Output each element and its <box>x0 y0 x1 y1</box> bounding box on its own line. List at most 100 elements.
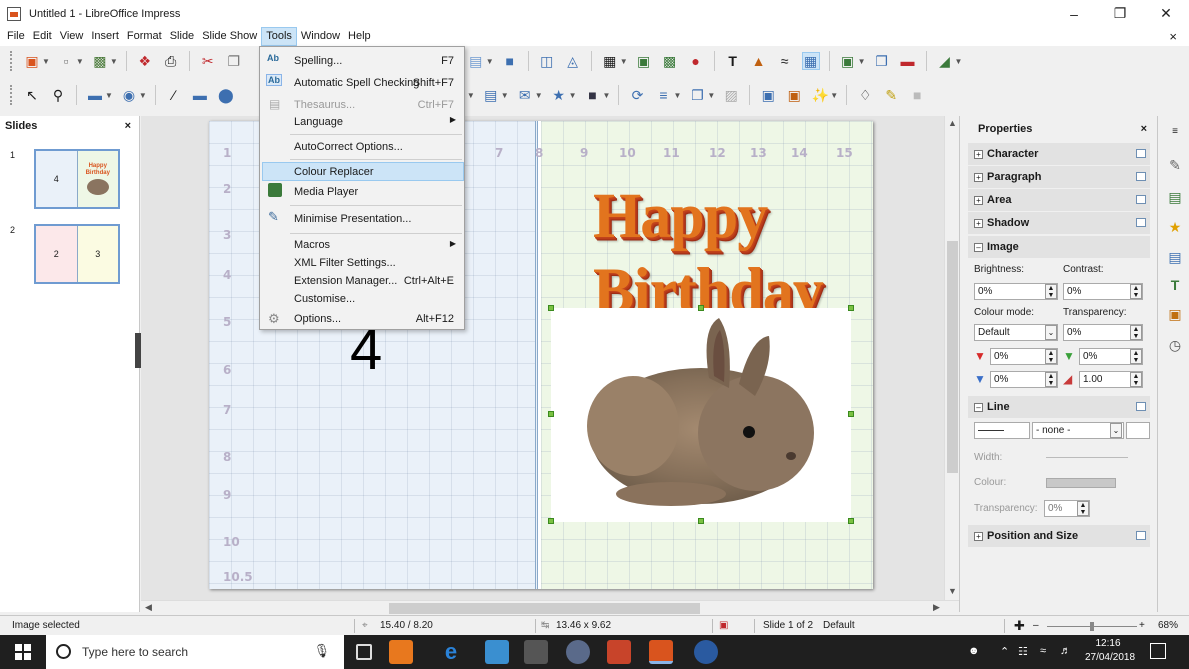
panel-shadow[interactable]: + Shadow <box>968 212 1150 234</box>
glue-points-icon[interactable]: ✎ <box>882 86 900 104</box>
menu-help[interactable]: Help <box>344 27 375 46</box>
edge-taskbar-icon[interactable]: e <box>439 640 463 664</box>
menu-item-macros[interactable]: Macros ▶ <box>260 236 464 254</box>
wifi-icon[interactable]: ≈ <box>1040 645 1046 657</box>
styles-deck-icon[interactable]: T <box>1166 276 1184 294</box>
menu-item-autocorrect[interactable]: AutoCorrect Options... <box>260 136 464 158</box>
impress-taskbar-icon[interactable] <box>649 640 673 664</box>
flowchart-icon[interactable]: ▤ <box>482 86 500 104</box>
display-views-dropdown-icon[interactable]: ▼ <box>486 57 494 66</box>
calculator-taskbar-icon[interactable] <box>524 640 548 664</box>
toolbar-grip[interactable] <box>10 85 13 105</box>
document-modified-icon[interactable]: ▣ <box>719 616 728 636</box>
more-options-icon[interactable] <box>1136 149 1146 158</box>
panel-line[interactable]: – Line <box>968 396 1150 418</box>
menu-item-media-player[interactable]: Media Player <box>260 181 464 203</box>
display-views-icon[interactable]: ▤ <box>467 52 485 70</box>
selection-handle-left[interactable] <box>548 411 554 417</box>
menu-item-extension-manager[interactable]: Extension Manager... Ctrl+Alt+E <box>260 272 464 290</box>
flowchart-dropdown-icon[interactable]: ▼ <box>501 91 509 100</box>
happy-birthday-fontwork[interactable]: Happy Birthday <box>593 179 873 328</box>
cut-icon[interactable]: ✂ <box>199 52 217 70</box>
selection-handle-bottom-left[interactable] <box>548 518 554 524</box>
menu-item-language[interactable]: Language ▶ <box>260 111 464 133</box>
distribute-icon[interactable]: ▨ <box>722 86 740 104</box>
more-options-icon[interactable] <box>1136 195 1146 204</box>
slide-thumbnail-1[interactable]: 4 Happy Birthday <box>34 149 120 209</box>
master-slides-deck-icon[interactable]: ▤ <box>1166 188 1184 206</box>
crop-icon[interactable]: ▣ <box>785 86 803 104</box>
filter-icon[interactable]: ✨ <box>811 86 829 104</box>
open-folder-icon[interactable]: ▫ <box>57 52 75 70</box>
rotate-icon[interactable]: ⟳ <box>628 86 646 104</box>
line-transparency-spin-icon[interactable]: ▲ ▼ <box>1077 501 1089 516</box>
slide-layout-icon[interactable]: ■ <box>501 52 519 70</box>
transition-dropdown-icon[interactable]: ▼ <box>955 57 963 66</box>
colour-mode-dropdown-icon[interactable]: ⌄ <box>1045 325 1057 340</box>
minimize-button[interactable]: – <box>1051 0 1097 27</box>
block-arrows-dropdown-icon[interactable]: ▼ <box>467 91 475 100</box>
toggle-extrusion-3d-icon[interactable]: ■ <box>908 86 926 104</box>
insert-line-icon[interactable]: ∕ <box>165 86 183 104</box>
menu-item-colour-replacer[interactable]: Colour Replacer <box>262 162 464 181</box>
more-options-icon[interactable] <box>1136 172 1146 181</box>
transparency-spin-icon[interactable]: ▲ ▼ <box>1130 325 1142 340</box>
slide-transition-deck-icon[interactable]: ▤ <box>1166 248 1184 266</box>
rabbit-image[interactable] <box>551 308 851 522</box>
more-options-icon[interactable] <box>1136 402 1146 411</box>
insert-fontwork-icon[interactable]: ▲ <box>750 52 768 70</box>
panel-image[interactable]: – Image <box>968 236 1150 258</box>
volume-icon[interactable]: ♬ <box>1060 645 1071 657</box>
line-width-control[interactable] <box>1046 457 1128 458</box>
open-dropdown-icon[interactable]: ▼ <box>76 57 84 66</box>
selection-handle-top-left[interactable] <box>548 305 554 311</box>
panel-position-and-size[interactable]: + Position and Size <box>968 525 1150 547</box>
menu-item-customise[interactable]: Customise... <box>260 290 464 308</box>
copy-icon[interactable]: ❐ <box>225 52 243 70</box>
insert-chart-icon[interactable]: ▩ <box>661 52 679 70</box>
callouts-dropdown-icon[interactable]: ▼ <box>535 91 543 100</box>
microphone-icon[interactable]: 🎙 <box>313 643 330 659</box>
delete-slide-icon[interactable]: ▬ <box>899 52 917 70</box>
sidebar-settings-icon[interactable]: ≡ <box>1166 122 1184 140</box>
new-slide-dropdown-icon[interactable]: ▼ <box>858 57 866 66</box>
panel-area[interactable]: + Area <box>968 189 1150 211</box>
contrast-spin-icon[interactable]: ▲ ▼ <box>1130 284 1142 299</box>
fill-color-icon[interactable]: ◉ <box>120 86 138 104</box>
expand-icon[interactable]: + <box>974 149 983 159</box>
master-slide-name[interactable]: Default <box>823 616 855 636</box>
properties-deck-icon[interactable]: ✎ <box>1166 156 1184 174</box>
duplicate-slide-icon[interactable]: ❐ <box>873 52 891 70</box>
menu-window[interactable]: Window <box>297 27 344 46</box>
maximize-button[interactable]: ❐ <box>1097 0 1143 27</box>
gallery-deck-icon[interactable]: ▣ <box>1166 305 1184 323</box>
powerpoint-taskbar-icon[interactable] <box>607 640 631 664</box>
task-view-icon[interactable] <box>356 644 372 660</box>
media-taskbar-icon[interactable] <box>694 640 718 664</box>
menu-item-options[interactable]: ⚙ Options... Alt+F12 <box>260 309 464 329</box>
filter-dropdown-icon[interactable]: ▼ <box>830 91 838 100</box>
3d-objects-icon[interactable]: ■ <box>584 86 602 104</box>
line-arrow-dropdown-icon[interactable]: ⌄ <box>1110 423 1122 438</box>
menu-item-xml-filter[interactable]: XML Filter Settings... <box>260 254 464 272</box>
insert-ellipse-icon[interactable]: ⬤ <box>217 86 235 104</box>
paint-taskbar-icon[interactable] <box>566 640 590 664</box>
slide-transition-icon[interactable]: ◢ <box>936 52 954 70</box>
menu-item-spelling[interactable]: Ab Spelling... F7 <box>260 50 464 72</box>
file-explorer-taskbar-icon[interactable] <box>485 640 509 664</box>
slide-thumbnail-2[interactable]: 2 3 <box>34 224 120 284</box>
tray-overflow-icon[interactable]: ⌃ <box>1000 645 1009 658</box>
fill-color-dropdown-icon[interactable]: ▼ <box>139 91 147 100</box>
arrange-icon[interactable]: ❐ <box>688 86 706 104</box>
collapse-icon[interactable]: – <box>974 402 983 412</box>
stars-icon[interactable]: ★ <box>550 86 568 104</box>
zoom-in-button[interactable]: + <box>1139 616 1145 636</box>
menu-edit[interactable]: Edit <box>29 27 56 46</box>
green-spin-icon[interactable]: ▲ ▼ <box>1130 349 1142 364</box>
insert-textbox-icon[interactable]: T <box>724 52 742 70</box>
start-slideshow-icon[interactable]: ◫ <box>538 52 556 70</box>
close-window-button[interactable]: ✕ <box>1143 0 1189 27</box>
line-colour-swatch[interactable] <box>1046 478 1116 488</box>
3d-objects-dropdown-icon[interactable]: ▼ <box>603 91 611 100</box>
new-dropdown-icon[interactable]: ▼ <box>42 57 50 66</box>
